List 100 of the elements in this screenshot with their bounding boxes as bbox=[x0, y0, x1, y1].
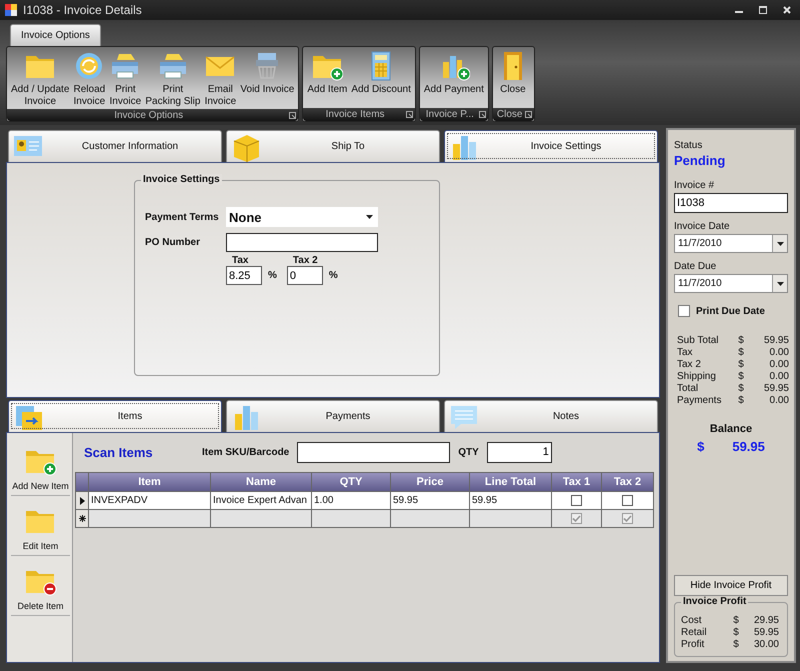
ribbon-button[interactable]: Reload Invoice bbox=[71, 48, 108, 108]
currency-sign: $ bbox=[737, 359, 745, 370]
column-header[interactable]: Price bbox=[391, 472, 470, 492]
tab[interactable]: Ship To bbox=[226, 130, 440, 162]
new-row-icon bbox=[78, 515, 86, 522]
amount-label: Shipping bbox=[677, 371, 717, 382]
tab[interactable]: Items bbox=[8, 400, 222, 432]
caret-icon bbox=[776, 242, 784, 246]
app-icon bbox=[4, 3, 18, 17]
checkbox[interactable] bbox=[678, 305, 690, 317]
check-icon bbox=[572, 514, 581, 523]
tab[interactable]: Customer Information bbox=[8, 130, 222, 162]
field-label: Tax 2 bbox=[292, 255, 319, 266]
amount-label: Tax bbox=[677, 347, 694, 358]
dialog-launcher[interactable] bbox=[289, 112, 296, 118]
currency-sign: $ bbox=[737, 395, 745, 406]
input-field[interactable]: 0 bbox=[286, 266, 323, 285]
field-label: Tax bbox=[231, 255, 250, 266]
close-icon bbox=[783, 6, 791, 14]
input-field[interactable] bbox=[297, 442, 450, 462]
table-cell: INVEXPADV bbox=[89, 492, 211, 510]
column-header[interactable]: Name bbox=[211, 472, 312, 492]
amount-label: Cost bbox=[681, 615, 703, 626]
item-action-button[interactable]: Edit Item bbox=[11, 501, 70, 556]
check-icon bbox=[623, 514, 632, 523]
unit-label: % bbox=[328, 270, 338, 281]
table-cell: 1.00 bbox=[312, 492, 391, 510]
ribbon-button[interactable]: Void Invoice bbox=[238, 48, 296, 108]
amount-value: 30.00 bbox=[752, 639, 779, 650]
ribbon-button[interactable]: Email Invoice bbox=[202, 48, 238, 108]
tab[interactable]: Payments bbox=[226, 400, 440, 432]
currency-sign: $ bbox=[697, 439, 704, 454]
column-header[interactable]: Tax 1 bbox=[552, 472, 602, 492]
table-cell: 59.95 bbox=[470, 492, 552, 510]
checkbox[interactable] bbox=[571, 495, 582, 506]
amount-value: 0.00 bbox=[768, 347, 789, 358]
ribbon-button[interactable]: Close bbox=[494, 48, 531, 107]
amount-label: Retail bbox=[681, 627, 708, 638]
balance-value: 59.95 bbox=[732, 439, 765, 454]
tab[interactable]: Notes bbox=[444, 400, 658, 432]
ribbon-tab[interactable]: Invoice Options bbox=[10, 24, 101, 46]
expand-icon bbox=[406, 111, 413, 118]
checkbox[interactable] bbox=[622, 495, 633, 506]
expand-icon bbox=[289, 112, 296, 118]
item-action-button[interactable]: Delete Item bbox=[11, 561, 70, 616]
amount-value: 59.95 bbox=[762, 383, 789, 394]
balance-label: Balance bbox=[708, 423, 754, 435]
amount-label: Profit bbox=[681, 639, 706, 650]
column-header[interactable]: Tax 2 bbox=[602, 472, 654, 492]
field-label: QTY bbox=[458, 446, 479, 458]
hide-profit-button[interactable]: Hide Invoice Profit bbox=[674, 575, 788, 596]
currency-sign: $ bbox=[732, 639, 740, 650]
ribbon-button[interactable]: Add Item bbox=[305, 48, 350, 107]
dialog-launcher[interactable] bbox=[525, 111, 532, 118]
expand-icon bbox=[478, 111, 486, 118]
unit-label: % bbox=[268, 270, 277, 281]
window-title: I1038 - Invoice Details bbox=[23, 3, 142, 17]
item-action-button[interactable]: Add New Item bbox=[11, 441, 70, 496]
date-picker[interactable]: 11/7/2010 bbox=[674, 234, 788, 253]
amount-label: Tax 2 bbox=[677, 359, 702, 370]
ribbon-button[interactable]: Add Payment bbox=[422, 48, 486, 107]
field-label: Status bbox=[674, 140, 704, 151]
amount-value: 0.00 bbox=[768, 395, 789, 406]
ribbon-button[interactable]: Add Discount bbox=[349, 48, 413, 107]
checkbox[interactable] bbox=[622, 513, 633, 524]
ribbon-button[interactable]: Print Packing Slip bbox=[143, 48, 202, 108]
section-title: Scan Items bbox=[84, 444, 154, 460]
column-header[interactable]: QTY bbox=[312, 472, 391, 492]
input-field[interactable]: 1 bbox=[486, 442, 552, 462]
input-field[interactable]: I1038 bbox=[674, 193, 788, 213]
tab[interactable]: Invoice Settings bbox=[444, 130, 658, 162]
dialog-launcher[interactable] bbox=[406, 111, 413, 118]
current-row-icon bbox=[80, 496, 84, 504]
payment-terms-dropdown[interactable]: None bbox=[226, 207, 378, 227]
ribbon-button[interactable]: Add / Update Invoice bbox=[9, 48, 72, 108]
checkbox[interactable] bbox=[571, 513, 582, 524]
field-label: Payment Terms bbox=[145, 212, 220, 222]
maximize-icon bbox=[759, 6, 767, 14]
date-picker[interactable]: 11/7/2010 bbox=[674, 274, 788, 293]
field-label: PO Number bbox=[145, 236, 202, 248]
table-cell: Invoice Expert Advan bbox=[211, 492, 312, 510]
currency-sign: $ bbox=[737, 371, 745, 382]
dialog-launcher[interactable] bbox=[478, 111, 486, 118]
table-cell: 59.95 bbox=[391, 492, 470, 510]
amount-value: 0.00 bbox=[768, 371, 789, 382]
input-field[interactable]: 8.25 bbox=[226, 266, 262, 285]
currency-sign: $ bbox=[737, 383, 745, 394]
currency-sign: $ bbox=[732, 615, 740, 626]
column-header[interactable]: Item bbox=[89, 472, 211, 492]
column-header[interactable]: Line Total bbox=[470, 472, 552, 492]
group-title: Invoice Settings bbox=[141, 174, 222, 185]
field-label: Invoice Date bbox=[674, 221, 731, 232]
input-field[interactable] bbox=[226, 232, 378, 252]
currency-sign: $ bbox=[737, 347, 745, 358]
amount-value: 29.95 bbox=[752, 615, 779, 626]
amount-value: 0.00 bbox=[768, 359, 789, 370]
caret-icon bbox=[366, 215, 373, 219]
ribbon-button[interactable]: Print Invoice bbox=[107, 48, 144, 108]
group-label: Close bbox=[496, 109, 522, 120]
expand-icon bbox=[525, 111, 532, 118]
